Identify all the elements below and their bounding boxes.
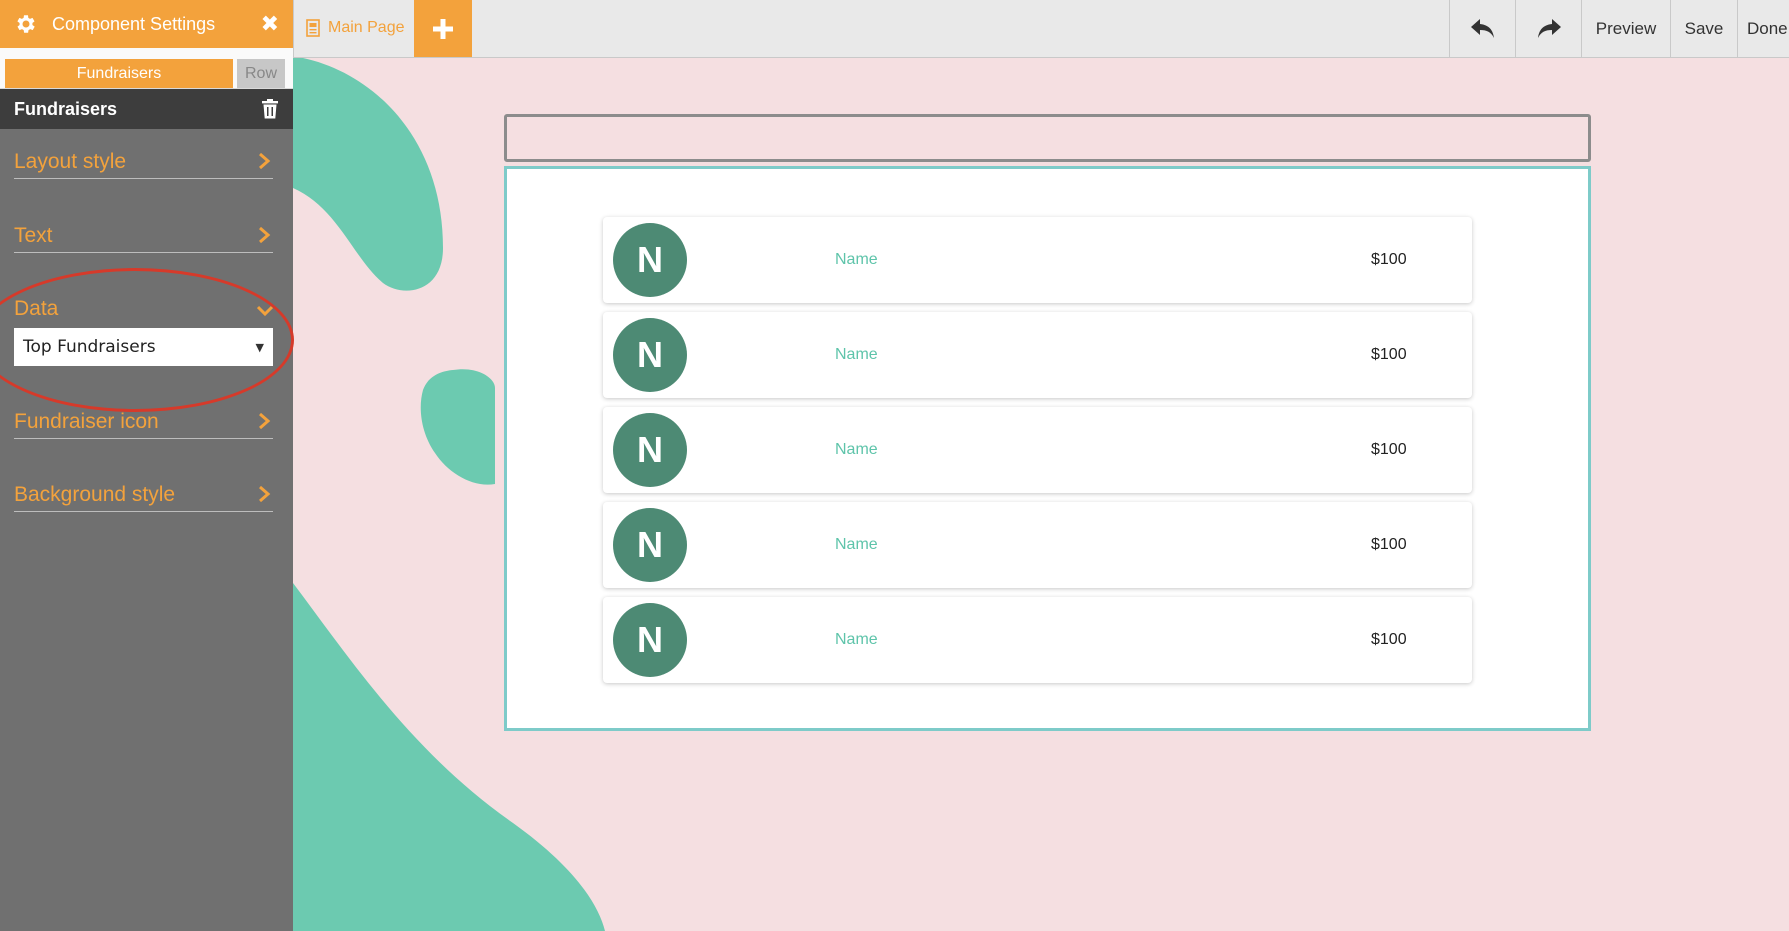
avatar: N <box>613 508 687 582</box>
data-item[interactable]: Data <box>14 297 273 321</box>
fundraiser-amount: $100 <box>1371 251 1407 268</box>
background-style-item[interactable]: Background style <box>14 483 273 512</box>
preview-button[interactable]: Preview <box>1581 0 1670 57</box>
data-source-value: Top Fundraisers <box>23 337 156 357</box>
panel-title: Component Settings <box>52 13 216 34</box>
avatar: N <box>613 318 687 392</box>
save-button[interactable]: Save <box>1670 0 1737 57</box>
document-icon <box>306 19 320 37</box>
data-source-select[interactable]: Top Fundraisers ▼ <box>14 328 273 366</box>
decorative-blob-middle <box>420 369 495 485</box>
fundraiser-name: Name <box>835 251 878 268</box>
avatar: N <box>613 413 687 487</box>
gear-icon <box>17 15 35 33</box>
redo-icon <box>1537 18 1561 38</box>
fundraiser-name: Name <box>835 536 878 553</box>
tab-row[interactable]: Row <box>237 59 285 88</box>
component-settings-panel: Component Settings ✖ Fundraisers Row Fun… <box>0 0 294 931</box>
section-title-bar: Fundraisers <box>0 88 293 129</box>
chevron-right-icon <box>259 153 271 169</box>
main-page-label: Main Page <box>328 19 405 36</box>
text-item[interactable]: Text <box>14 224 273 253</box>
section-title: Fundraisers <box>14 98 118 119</box>
fundraiser-name: Name <box>835 441 878 458</box>
layout-style-item[interactable]: Layout style <box>14 150 273 179</box>
fundraiser-amount: $100 <box>1371 631 1407 648</box>
data-label: Data <box>14 297 59 320</box>
fundraiser-row[interactable]: N Name $100 <box>603 217 1472 303</box>
decorative-blob-top <box>293 58 443 291</box>
fundraiser-name: Name <box>835 346 878 363</box>
add-page-button[interactable] <box>414 0 472 57</box>
avatar: N <box>613 603 687 677</box>
fundraiser-row[interactable]: N Name $100 <box>603 597 1472 683</box>
tab-fundraisers[interactable]: Fundraisers <box>5 59 233 88</box>
fundraiser-name: Name <box>835 631 878 648</box>
fundraiser-row[interactable]: N Name $100 <box>603 312 1472 398</box>
fundraiser-icon-item[interactable]: Fundraiser icon <box>14 410 273 439</box>
main-page-tab[interactable]: Main Page <box>294 0 414 56</box>
chevron-right-icon <box>259 413 271 429</box>
heading-placeholder[interactable] <box>504 114 1591 162</box>
plus-icon <box>433 18 453 39</box>
fundraiser-amount: $100 <box>1371 441 1407 458</box>
fundraiser-amount: $100 <box>1371 346 1407 363</box>
chevron-right-icon <box>259 227 271 243</box>
close-icon[interactable]: ✖ <box>261 13 279 35</box>
fundraiser-icon-label: Fundraiser icon <box>14 410 159 433</box>
done-button[interactable]: Done <box>1737 0 1789 57</box>
redo-button[interactable] <box>1515 0 1581 57</box>
undo-button[interactable] <box>1449 0 1515 57</box>
fundraiser-amount: $100 <box>1371 536 1407 553</box>
editor-toolbar: Main Page Preview Save Done <box>293 0 1789 58</box>
chevron-right-icon <box>259 486 271 502</box>
panel-tabs: Fundraisers Row <box>0 48 293 88</box>
undo-icon <box>1470 18 1494 38</box>
background-style-label: Background style <box>14 483 176 506</box>
layout-style-label: Layout style <box>14 150 127 173</box>
text-label: Text <box>14 224 53 247</box>
chevron-down-icon <box>257 305 273 317</box>
fundraiser-row[interactable]: N Name $100 <box>603 407 1472 493</box>
fundraiser-row[interactable]: N Name $100 <box>603 502 1472 588</box>
dropdown-caret-icon: ▼ <box>255 340 264 354</box>
panel-header: Component Settings ✖ <box>0 0 293 48</box>
trash-icon[interactable] <box>261 99 279 119</box>
avatar: N <box>613 223 687 297</box>
